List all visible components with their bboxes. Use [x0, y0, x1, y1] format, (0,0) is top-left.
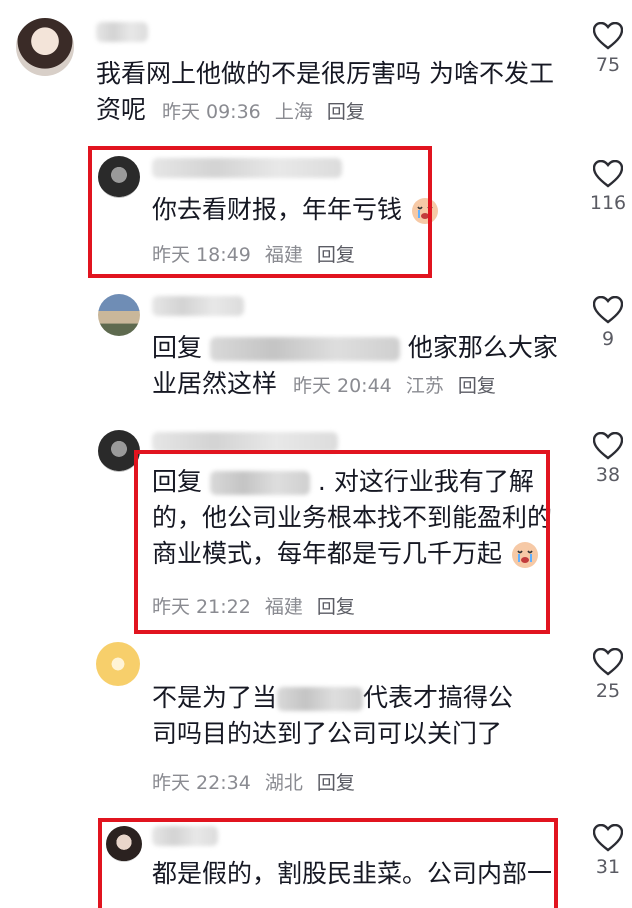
- name-blurred: [277, 687, 364, 711]
- like-button[interactable]: 75: [586, 22, 630, 76]
- like-count: 116: [589, 192, 627, 214]
- comment-location: 湖北: [264, 772, 303, 794]
- comment-3: 回复 他家那么大家 业居然这样 昨天 20:44 江苏 回复 9: [0, 292, 632, 422]
- like-count: 25: [595, 680, 621, 702]
- comment-meta: 昨天 20:44 江苏 回复: [293, 375, 504, 397]
- comment-meta: 昨天 22:34 湖北 回复: [152, 768, 363, 795]
- avatar[interactable]: [98, 294, 140, 336]
- like-button[interactable]: 38: [586, 432, 630, 486]
- like-button[interactable]: 116: [586, 160, 630, 214]
- heart-icon: [593, 296, 623, 324]
- comment-1: 我看网上他做的不是很厉害吗 为啥不发工 资呢 昨天 09:36 上海 回复 75: [0, 0, 632, 140]
- like-count: 31: [595, 856, 621, 878]
- reply-button[interactable]: 回复: [327, 101, 365, 123]
- username-blurred[interactable]: [152, 432, 338, 452]
- like-count: 75: [595, 54, 621, 76]
- reply-button[interactable]: 回复: [458, 375, 496, 397]
- comment-text: 回复 他家那么大家 业居然这样 昨天 20:44 江苏 回复: [152, 333, 558, 398]
- highlight-box: [98, 818, 558, 908]
- heart-icon: [593, 22, 623, 50]
- avatar[interactable]: [96, 642, 140, 686]
- avatar[interactable]: [16, 18, 74, 76]
- heart-icon: [593, 432, 623, 460]
- like-count: 38: [595, 464, 621, 486]
- comment-time: 昨天 20:44: [292, 375, 392, 397]
- like-button[interactable]: 31: [586, 824, 630, 878]
- heart-icon: [593, 824, 623, 852]
- heart-icon: [593, 160, 623, 188]
- heart-icon: [593, 648, 623, 676]
- like-button[interactable]: 9: [586, 296, 630, 350]
- username-blurred[interactable]: [152, 296, 244, 316]
- username-blurred[interactable]: [96, 22, 148, 42]
- mention-blurred[interactable]: [209, 337, 400, 361]
- like-count: 9: [601, 328, 615, 350]
- comment-time: 昨天 09:36: [161, 101, 261, 123]
- comment-time: 昨天 22:34: [152, 772, 251, 794]
- like-button[interactable]: 25: [586, 648, 630, 702]
- comment-text: 我看网上他做的不是很厉害吗 为啥不发工 资呢 昨天 09:36 上海 回复: [96, 59, 554, 124]
- comment-5: 不是为了当 代表才搞得公 司吗目的达到了公司可以关门了 昨天 22:34 湖北 回…: [0, 642, 632, 812]
- highlight-box: [88, 146, 432, 278]
- comment-location: 上海: [274, 101, 313, 123]
- comment-location: 江苏: [405, 375, 444, 397]
- comment-text: 不是为了当 代表才搞得公 司吗目的达到了公司可以关门了: [152, 683, 514, 748]
- reply-button[interactable]: 回复: [317, 772, 355, 794]
- highlight-box: [134, 450, 550, 634]
- comment-meta: 昨天 09:36 上海 回复: [162, 101, 373, 123]
